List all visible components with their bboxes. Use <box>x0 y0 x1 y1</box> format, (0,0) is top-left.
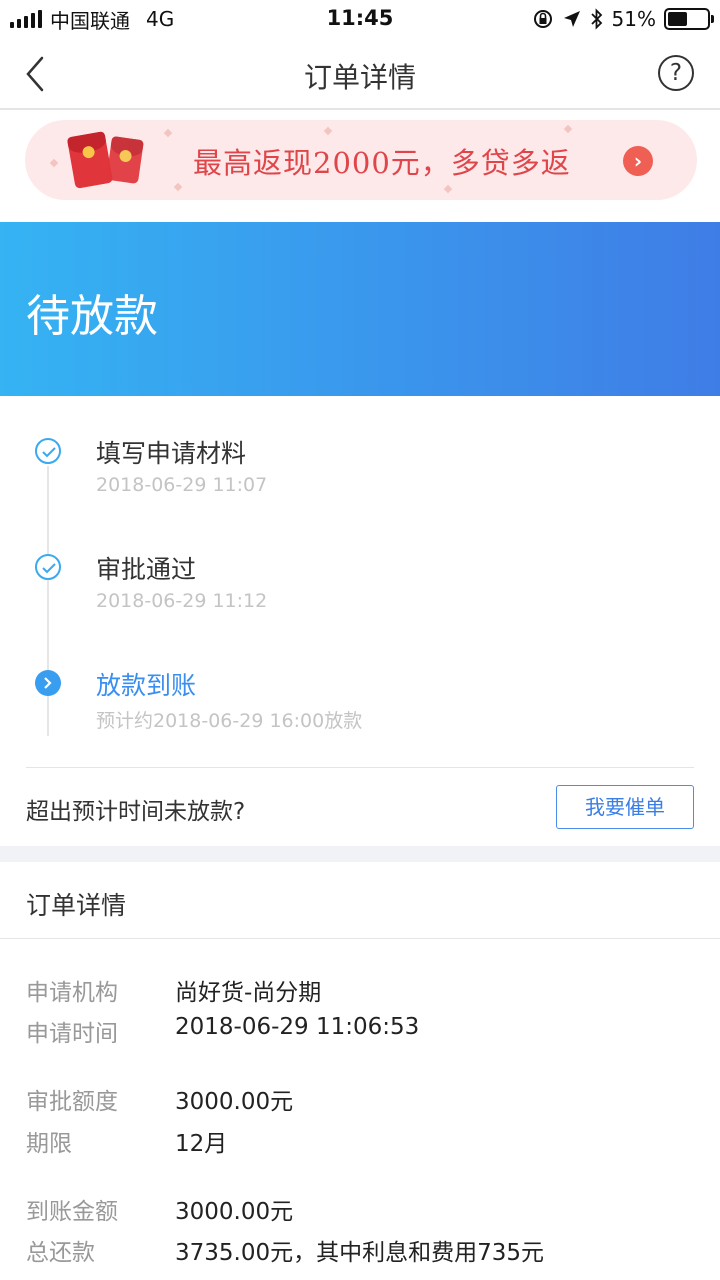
overdue-question: 超出预计时间未放款? <box>26 799 246 825</box>
status-right: 51% <box>532 6 714 32</box>
divider <box>0 938 720 939</box>
detail-label: 到账金额 <box>26 1199 118 1225</box>
detail-value: 2018-06-29 11:06:53 <box>175 1014 420 1040</box>
timeline-step-label: 填写申请材料 <box>96 439 247 468</box>
details-title: 订单详情 <box>26 891 127 920</box>
battery-percent: 51% <box>611 7 656 31</box>
status-header: 待放款 <box>0 222 720 396</box>
detail-label: 申请机构 <box>26 980 118 1006</box>
status-bar: 中国联通 4G 11:45 51% <box>0 0 720 38</box>
timeline-step-label: 审批通过 <box>96 555 197 584</box>
detail-label: 总还款 <box>26 1240 95 1266</box>
chevron-right-circle-icon <box>35 670 61 696</box>
detail-value: 3000.00元 <box>175 1089 294 1115</box>
detail-value: 12月 <box>175 1131 228 1157</box>
timeline-step-label-current: 放款到账 <box>96 671 197 700</box>
rotation-lock-icon <box>533 10 552 28</box>
location-arrow-icon <box>563 11 580 27</box>
timeline-step-time: 2018-06-29 11:07 <box>96 474 268 496</box>
detail-value: 3000.00元 <box>175 1199 294 1225</box>
divider <box>26 767 694 768</box>
red-envelope-icon <box>106 135 144 185</box>
detail-label: 申请时间 <box>26 1021 118 1047</box>
check-circle-icon <box>35 554 61 580</box>
bluetooth-icon <box>590 8 602 30</box>
progress-timeline: 填写申请材料 2018-06-29 11:07 审批通过 2018-06-29 … <box>0 396 720 768</box>
detail-label: 期限 <box>26 1131 72 1157</box>
detail-value: 尚好货-尚分期 <box>175 980 322 1006</box>
chevron-right-icon: › <box>623 146 653 176</box>
timeline-step-time: 预计约2018-06-29 16:00放款 <box>96 710 363 732</box>
red-envelope-icon <box>66 131 114 189</box>
battery-icon <box>664 8 714 30</box>
section-gap <box>0 846 720 862</box>
detail-value: 3735.00元，其中利息和费用735元 <box>175 1240 545 1266</box>
detail-label: 审批额度 <box>26 1089 118 1115</box>
nav-bar: 订单详情 ? <box>0 38 720 110</box>
promo-banner[interactable]: 最高返现2000元，多贷多返 › <box>25 120 697 200</box>
check-circle-icon <box>35 438 61 464</box>
help-icon[interactable]: ? <box>658 55 694 91</box>
page-title: 订单详情 <box>303 61 416 94</box>
order-status: 待放款 <box>26 291 158 342</box>
urge-order-button[interactable]: 我要催单 <box>556 785 694 829</box>
banner-text: 最高返现2000元，多贷多返 <box>193 146 571 180</box>
timeline-step-time: 2018-06-29 11:12 <box>96 590 268 612</box>
